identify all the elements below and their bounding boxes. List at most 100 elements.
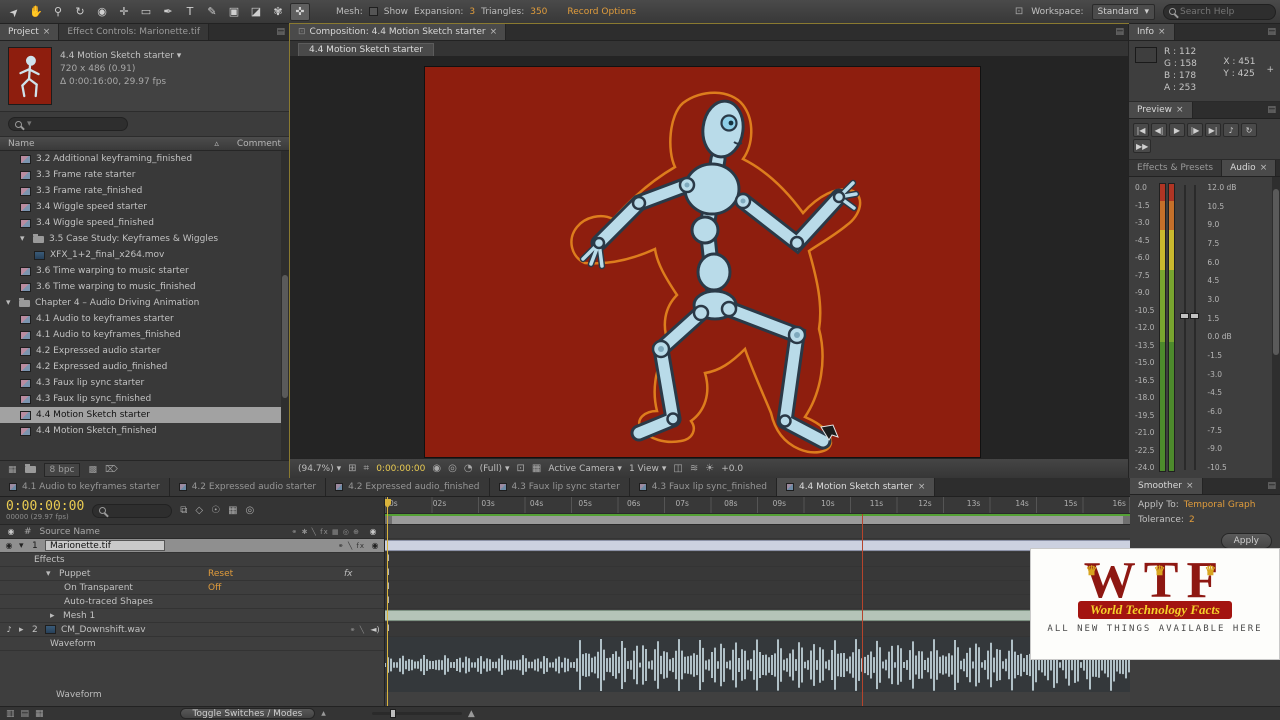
twirl-icon[interactable]: ▾	[6, 298, 14, 308]
layer-row-marionette[interactable]: ◉ ▾ 1 Marionette.tif ⚭ ╲ fx ◉	[0, 539, 384, 553]
layer-switches[interactable]: ⚭ ╲	[350, 626, 365, 634]
project-item[interactable]: 3.4 Wiggle speed_finished	[0, 215, 289, 231]
layer2-duration-bar[interactable]	[385, 610, 1130, 621]
pixel-aspect-icon[interactable]: ◫	[673, 463, 682, 474]
audio-waveform-lane[interactable]	[385, 637, 1130, 692]
comp-flowchart-icon[interactable]: ⧉	[180, 505, 187, 516]
panel-menu-icon[interactable]: ▤	[1111, 24, 1128, 40]
show-snapshot-icon[interactable]: ◎	[448, 463, 457, 474]
mesh-row[interactable]: ▸ Mesh 1	[0, 609, 384, 623]
tab-smoother[interactable]: Smoother ×	[1130, 478, 1203, 494]
apply-button[interactable]: Apply	[1220, 533, 1272, 549]
help-search-input[interactable]	[1180, 6, 1270, 17]
fx-badge[interactable]: fx	[344, 569, 353, 579]
tab-info[interactable]: Info ×	[1129, 24, 1175, 40]
resolution-dropdown[interactable]: (Full) ▾	[480, 464, 510, 474]
tab-preview[interactable]: Preview ×	[1129, 102, 1193, 118]
project-item[interactable]: 4.1 Audio to keyframes starter	[0, 311, 289, 327]
twirl-icon[interactable]: ▸	[19, 625, 27, 635]
hand-tool-icon[interactable]: ✋	[26, 3, 46, 21]
layer2-duration-lane[interactable]	[385, 609, 1130, 623]
close-icon[interactable]: ×	[1158, 27, 1166, 37]
project-item[interactable]: 4.3 Faux lip sync_finished	[0, 391, 289, 407]
selection-tool-icon[interactable]: ➤	[1, 0, 28, 25]
tab-audio[interactable]: Audio ×	[1222, 160, 1277, 176]
timeline-tab[interactable]: 4.3 Faux lip sync starter	[489, 478, 630, 496]
preview-marker-line[interactable]	[862, 514, 863, 706]
project-item[interactable]: 4.2 Expressed audio_finished	[0, 359, 289, 375]
on-transparent-row[interactable]: On Transparent Off	[0, 581, 384, 595]
workspace-dropdown[interactable]: Standard ▾	[1091, 3, 1155, 20]
fader-handle-right[interactable]	[1190, 313, 1200, 320]
project-item[interactable]: 4.1 Audio to keyframes_finished	[0, 327, 289, 343]
twirl-icon[interactable]: ▸	[50, 611, 58, 621]
panel-menu-icon[interactable]: ▤	[272, 24, 289, 40]
snapshot-icon[interactable]: ◉	[432, 463, 441, 474]
timeline-tab[interactable]: 4.1 Audio to keyframes starter	[0, 478, 170, 496]
current-time-button[interactable]: 0:00:00:00	[376, 464, 425, 474]
timeline-track-area[interactable]: 0s 02s 03s 04s 05s 06s 07s 08s 09s 10s 11s 12s 13s 14…	[385, 497, 1130, 706]
column-comment[interactable]: Comment	[237, 139, 281, 149]
draft-3d-icon[interactable]: ◇	[195, 505, 203, 516]
comp-navigator-tab[interactable]: 4.4 Motion Sketch starter	[298, 43, 434, 56]
property-lane[interactable]: I	[385, 553, 1130, 567]
layer-name[interactable]: CM_Downshift.wav	[61, 625, 146, 635]
header-source-name[interactable]: Source Name	[40, 527, 100, 537]
close-icon[interactable]: ×	[1176, 105, 1184, 115]
audio-fader[interactable]	[1180, 183, 1202, 472]
timeline-search[interactable]	[92, 503, 173, 518]
rotation-tool-icon[interactable]: ↻	[70, 3, 90, 21]
project-scrollbar[interactable]	[281, 151, 289, 460]
type-tool-icon[interactable]: T	[180, 3, 200, 21]
eye-icon[interactable]: ◉	[4, 541, 14, 550]
waveform-property-row[interactable]: Waveform	[0, 651, 384, 706]
help-search[interactable]	[1163, 3, 1276, 20]
apply-to-value[interactable]: Temporal Graph	[1184, 500, 1256, 510]
project-item[interactable]: ▾ Chapter 4 – Audio Driving Animation	[0, 295, 289, 311]
panel-menu-icon[interactable]: ▤	[1263, 478, 1280, 494]
zoom-tool-icon[interactable]: ⚲	[48, 3, 68, 21]
project-search[interactable]: ▾	[8, 117, 128, 131]
layer-row-audio[interactable]: ♪ ▸ 2 CM_Downshift.wav ⚭ ╲ ◄)	[0, 623, 384, 637]
panel-menu-icon[interactable]: ▤	[1263, 102, 1280, 118]
property-lane[interactable]: I	[385, 623, 1130, 637]
shape-tool-icon[interactable]: ▭	[136, 3, 156, 21]
transparency-grid-icon[interactable]: ▦	[532, 463, 541, 474]
audio-icon[interactable]: ♪	[4, 625, 14, 634]
ram-preview-button[interactable]: ▶▶	[1133, 139, 1152, 153]
project-item[interactable]: 3.3 Frame rate starter	[0, 167, 289, 183]
timeline-zoom-slider[interactable]	[371, 709, 462, 718]
property-lane[interactable]: I	[385, 595, 1130, 609]
comp-title[interactable]: 4.4 Motion Sketch starter ▾	[60, 51, 181, 61]
pen-tool-icon[interactable]: ✒	[158, 3, 178, 21]
view-layout-dropdown[interactable]: 1 View ▾	[629, 464, 666, 474]
current-time-indicator[interactable]	[385, 497, 391, 706]
new-composition-icon[interactable]: ▩	[88, 465, 97, 475]
close-icon[interactable]: ×	[490, 27, 498, 37]
lock-icon[interactable]: ⊡	[298, 27, 306, 37]
camera-dropdown[interactable]: Active Camera ▾	[548, 464, 622, 474]
layer1-duration-bar[interactable]	[385, 540, 1130, 551]
speaker-icon[interactable]: ◄)	[370, 625, 380, 634]
exposure-value[interactable]: +0.0	[721, 464, 743, 474]
project-item[interactable]: XFX_1+2_final_x264.mov	[0, 247, 289, 263]
close-icon[interactable]: ×	[43, 27, 51, 37]
first-frame-button[interactable]: |◀	[1133, 123, 1149, 137]
property-lane[interactable]: I	[385, 581, 1130, 595]
grid-guides-icon[interactable]: ⊞	[348, 463, 356, 474]
waveform-row[interactable]: Waveform	[0, 637, 384, 651]
timeline-timecode[interactable]: 0:00:00:00	[6, 500, 84, 513]
puppet-pin-tool-icon[interactable]: ✜	[290, 2, 310, 21]
exposure-icon[interactable]: ☀	[705, 463, 714, 474]
close-icon[interactable]: ×	[1186, 481, 1194, 491]
interpret-footage-icon[interactable]: ▦	[8, 465, 17, 475]
close-icon[interactable]: ×	[1260, 163, 1268, 173]
panel-menu-icon[interactable]: ▤	[1263, 24, 1280, 40]
project-item[interactable]: 3.6 Time warping to music_finished	[0, 279, 289, 295]
previous-frame-button[interactable]: ◀|	[1151, 123, 1167, 137]
auto-traced-shapes-row[interactable]: Auto-traced Shapes	[0, 595, 384, 609]
project-item[interactable]: 3.6 Time warping to music starter	[0, 263, 289, 279]
channels-icon[interactable]: ◔	[464, 463, 473, 474]
audio-mute-button[interactable]: ♪	[1223, 123, 1239, 137]
project-bit-depth[interactable]: 8 bpc	[43, 462, 81, 477]
